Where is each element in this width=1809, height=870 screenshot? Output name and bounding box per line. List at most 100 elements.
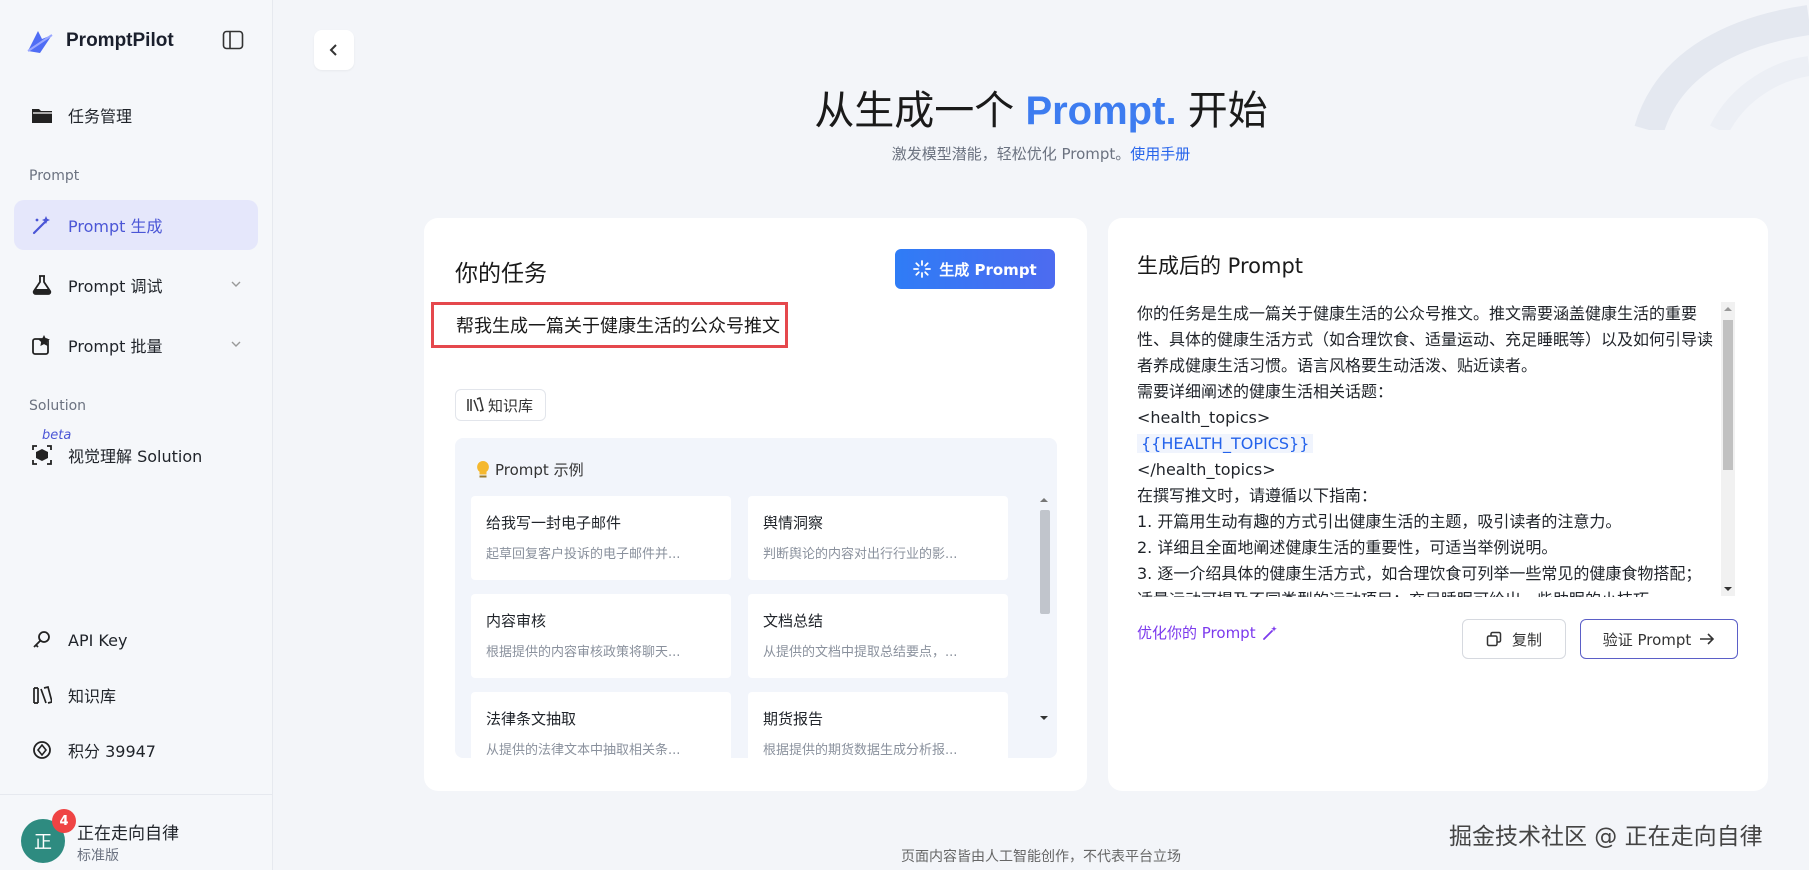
optimize-prompt-link[interactable]: 优化你的 Prompt — [1137, 622, 1278, 643]
magic-wand-icon — [1262, 625, 1278, 641]
examples-title-text: Prompt 示例 — [495, 461, 584, 479]
example-title: 法律条文抽取 — [486, 710, 577, 728]
books-icon — [466, 397, 484, 413]
examples-title: Prompt 示例 — [475, 459, 584, 480]
task-card: 你的任务 生成 Prompt 帮我生成一篇关于健康生活的公众号推文 知识库 Pr… — [424, 218, 1087, 791]
prompt-line: 你的任务是生成一篇关于健康生活的公众号推文。推文需要涵盖健康生活的重要性、具体的… — [1137, 304, 1714, 375]
star-stack-icon — [30, 333, 54, 357]
sidebar-item-vision-solution[interactable]: 视觉理解 Solution — [14, 430, 258, 480]
sidebar-item-prompt-debug[interactable]: Prompt 调试 — [14, 260, 258, 310]
optimize-label: 优化你的 Prompt — [1137, 624, 1256, 642]
sidebar-item-credits[interactable]: 积分 39947 — [14, 725, 258, 775]
example-title: 文档总结 — [763, 612, 824, 630]
sidebar-item-task-management[interactable]: 任务管理 — [14, 90, 258, 140]
prompt-line: 2. 详细且全面地阐述健康生活的重要性，可适当举例说明。 — [1137, 538, 1558, 557]
prompt-line: {{HEALTH_TOPICS}} — [1137, 431, 1715, 457]
brand[interactable]: PromptPilot — [24, 24, 174, 58]
watermark: 掘金技术社区 @ 正在走向自律 — [1449, 824, 1763, 850]
user-profile[interactable]: 正 4 正在走向自律 标准版 — [0, 794, 273, 870]
scroll-down-icon[interactable] — [1038, 714, 1050, 722]
sidebar-item-label: API Key — [68, 630, 128, 650]
user-name: 正在走向自律 — [77, 824, 179, 844]
title-suffix: 开始 — [1187, 89, 1268, 133]
verify-prompt-button[interactable]: 验证 Prompt — [1580, 619, 1738, 659]
sidebar: PromptPilot 任务管理 Prompt Prompt 生成 Prompt… — [0, 0, 273, 870]
scroll-up-icon[interactable] — [1038, 496, 1050, 504]
output-card-title: 生成后的 Prompt — [1137, 254, 1304, 278]
example-card[interactable]: 期货报告 根据提供的期货数据生成分析报... — [748, 692, 1008, 758]
user-plan: 标准版 — [77, 848, 119, 864]
task-input[interactable]: 帮我生成一篇关于健康生活的公众号推文 — [431, 302, 788, 348]
chevron-left-icon — [329, 44, 337, 56]
lightbulb-icon — [475, 460, 491, 480]
section-label-prompt: Prompt — [29, 168, 80, 184]
subtitle-text: 激发模型潜能，轻松优化 Prompt。 — [891, 145, 1131, 163]
promptpilot-logo-icon — [27, 31, 53, 53]
generated-prompt-text[interactable]: 你的任务是生成一篇关于健康生活的公众号推文。推文需要涵盖健康生活的重要性、具体的… — [1137, 301, 1715, 597]
books-icon — [30, 683, 54, 707]
prompt-line: 在撰写推文时，请遵循以下指南： — [1137, 486, 1378, 505]
prompt-line: 3. 逐一介绍具体的健康生活方式，如合理饮食可列举一些常见的健康食物搭配；适量运… — [1137, 564, 1702, 597]
output-card: 生成后的 Prompt 你的任务是生成一篇关于健康生活的公众号推文。推文需要涵盖… — [1108, 218, 1768, 791]
title-accent: Prompt. — [1025, 89, 1177, 133]
prompt-line: <health_topics> — [1137, 408, 1271, 427]
example-card[interactable]: 舆情洞察 判断舆论的内容对出行行业的影... — [748, 496, 1008, 580]
prompt-line: 1. 开篇用生动有趣的方式引出健康生活的主题，吸引读者的注意力。 — [1137, 512, 1622, 531]
copy-button[interactable]: 复制 — [1462, 619, 1566, 659]
title-prefix: 从生成一个 — [814, 89, 1015, 133]
generate-prompt-button[interactable]: 生成 Prompt — [895, 249, 1055, 289]
sidebar-item-label: Prompt 批量 — [68, 337, 163, 356]
example-card[interactable]: 文档总结 从提供的文档中提取总结要点，... — [748, 594, 1008, 678]
folder-icon — [30, 103, 54, 127]
example-desc: 从提供的法律文本中抽取相关条... — [486, 743, 681, 758]
example-desc: 起草回复客户投诉的电子邮件并... — [486, 547, 681, 562]
page-subtitle: 激发模型潜能，轻松优化 Prompt。使用手册 — [273, 143, 1809, 164]
example-desc: 根据提供的内容审核政策将聊天... — [486, 645, 681, 660]
scroll-down-icon[interactable] — [1721, 584, 1735, 594]
sidebar-item-prompt-generate[interactable]: Prompt 生成 — [14, 200, 258, 250]
manual-link[interactable]: 使用手册 — [1130, 145, 1190, 163]
copy-icon — [1486, 631, 1502, 647]
sidebar-item-api-key[interactable]: API Key — [14, 615, 258, 665]
example-card[interactable]: 内容审核 根据提供的内容审核政策将聊天... — [471, 594, 731, 678]
task-card-title: 你的任务 — [455, 261, 547, 287]
key-icon — [30, 628, 54, 652]
sidebar-item-label: 视觉理解 Solution — [68, 447, 203, 466]
example-card[interactable]: 法律条文抽取 从提供的法律文本中抽取相关条... — [471, 692, 731, 758]
example-card[interactable]: 给我写一封电子邮件 起草回复客户投诉的电子邮件并... — [471, 496, 731, 580]
chevron-down-icon — [231, 281, 241, 287]
app-name: PromptPilot — [66, 30, 174, 51]
prompt-examples-panel: Prompt 示例 给我写一封电子邮件 起草回复客户投诉的电子邮件并... 舆情… — [455, 438, 1057, 758]
arrow-right-icon — [1699, 632, 1715, 646]
output-scroll-thumb[interactable] — [1723, 320, 1733, 470]
sidebar-item-label: 知识库 — [68, 687, 117, 706]
example-title: 给我写一封电子邮件 — [486, 514, 622, 532]
prompt-line: </health_topics> — [1137, 460, 1276, 479]
sidebar-item-label: Prompt 生成 — [68, 217, 163, 236]
flask-icon — [30, 273, 54, 297]
knowledge-base-chip[interactable]: 知识库 — [455, 389, 547, 421]
sidebar-item-label: 积分 39947 — [68, 742, 156, 761]
back-button[interactable] — [314, 30, 354, 70]
copy-label: 复制 — [1511, 630, 1542, 649]
example-desc: 从提供的文档中提取总结要点，... — [763, 645, 958, 660]
sidebar-item-knowledge-base[interactable]: 知识库 — [14, 670, 258, 720]
magic-wand-icon — [30, 213, 54, 237]
example-title: 期货报告 — [763, 710, 824, 728]
section-label-solution: Solution — [29, 398, 87, 414]
examples-scrollbar[interactable] — [1038, 496, 1050, 750]
examples-scroll-thumb[interactable] — [1040, 510, 1050, 614]
example-desc: 根据提供的期货数据生成分析报... — [763, 743, 958, 758]
sidebar-item-prompt-batch[interactable]: Prompt 批量 — [14, 320, 258, 370]
sparkle-icon — [913, 260, 932, 278]
coin-icon — [30, 738, 54, 762]
chevron-down-icon — [231, 341, 241, 347]
example-desc: 判断舆论的内容对出行行业的影... — [763, 547, 958, 562]
notification-badge: 4 — [52, 809, 76, 833]
page-title: 从生成一个 Prompt. 开始 — [273, 78, 1809, 136]
scroll-up-icon[interactable] — [1721, 304, 1735, 314]
output-scrollbar[interactable] — [1721, 302, 1735, 596]
example-title: 内容审核 — [486, 612, 547, 630]
sidebar-toggle-icon[interactable] — [222, 30, 244, 50]
example-title: 舆情洞察 — [763, 514, 824, 532]
